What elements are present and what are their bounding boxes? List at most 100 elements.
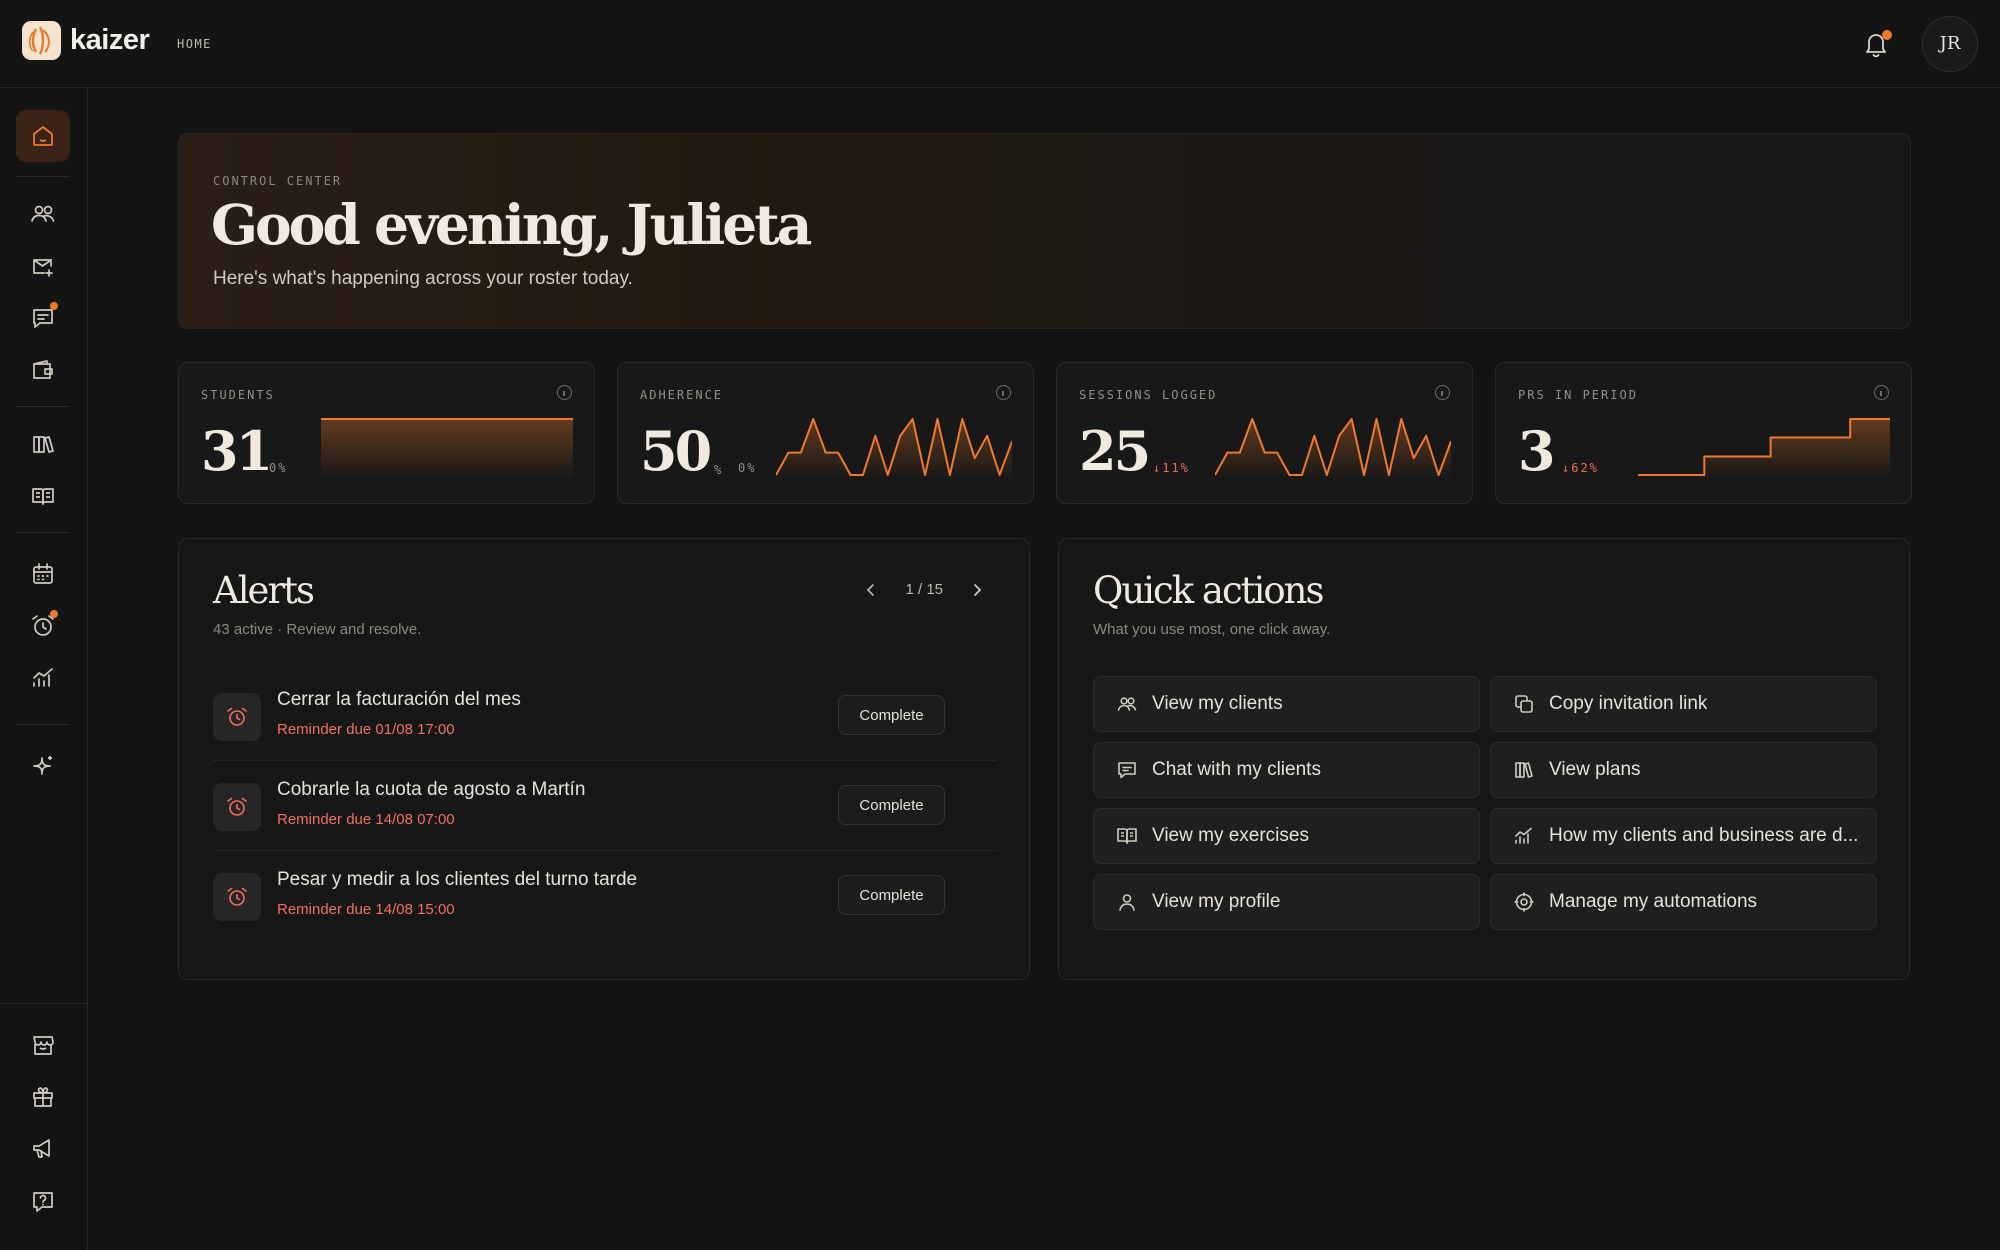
alerts-title: Alerts <box>213 569 315 612</box>
info-icon[interactable] <box>557 385 572 400</box>
stat-label: PRS IN PERIOD <box>1518 388 1638 402</box>
quick-action-label: Copy invitation link <box>1549 693 1708 714</box>
quick-action-label: Chat with my clients <box>1152 759 1321 780</box>
stat-delta: ↓11% <box>1153 461 1190 475</box>
alert-title: Cerrar la facturación del mes <box>277 689 521 710</box>
alert-row[interactable]: Cerrar la facturación del mes Reminder d… <box>213 671 997 761</box>
sidebar-item-help[interactable] <box>16 1175 70 1227</box>
stat-delta: ↓62% <box>1562 461 1599 475</box>
quick-action-label: View plans <box>1549 759 1641 780</box>
info-icon[interactable] <box>1435 385 1450 400</box>
sidebar-item-calendar[interactable] <box>16 548 70 600</box>
view-exercises-button[interactable]: View my exercises <box>1093 808 1480 864</box>
page-indicator: 1 / 15 <box>905 581 943 598</box>
info-icon[interactable] <box>996 385 1011 400</box>
help-icon <box>33 1192 53 1212</box>
chat-icon <box>1118 762 1136 779</box>
hero-banner: CONTROL CENTER Good evening, Julieta Her… <box>178 133 1911 329</box>
hero-subtitle: Here's what's happening across your rost… <box>213 268 633 289</box>
alert-title: Pesar y medir a los clientes del turno t… <box>277 869 638 890</box>
sidebar-item-home[interactable] <box>16 110 70 162</box>
sidebar-item-chat[interactable] <box>16 292 70 344</box>
sidebar-item-wallet[interactable] <box>16 344 70 396</box>
stat-label: SESSIONS LOGGED <box>1079 388 1218 402</box>
stat-delta: 0% <box>738 461 757 475</box>
quick-actions-panel: Quick actions What you use most, one cli… <box>1058 538 1910 980</box>
alert-row[interactable]: Cobrarle la cuota de agosto a Martín Rem… <box>213 761 997 851</box>
stat-card-adherence[interactable]: ADHERENCE 50 % 0% <box>617 362 1034 504</box>
sidebar-item-ai[interactable] <box>16 740 70 792</box>
quick-action-label: View my clients <box>1152 693 1283 714</box>
sparkline-area <box>321 419 573 479</box>
sidebar-item-store[interactable] <box>16 1019 70 1071</box>
stat-value: 3 <box>1518 419 1556 483</box>
sidebar-item-announcements[interactable] <box>16 1123 70 1175</box>
view-profile-button[interactable]: View my profile <box>1093 874 1480 930</box>
stat-value: 25 <box>1079 419 1151 483</box>
chevron-left-icon[interactable] <box>863 582 879 598</box>
chart-icon <box>33 668 53 687</box>
alert-title: Cobrarle la cuota de agosto a Martín <box>277 779 586 800</box>
stat-value: 31 <box>201 419 273 483</box>
automation-icon <box>1514 892 1534 912</box>
breadcrumb[interactable]: HOME <box>177 37 212 51</box>
gift-icon <box>33 1087 53 1107</box>
quick-actions-subtitle: What you use most, one click away. <box>1093 621 1331 638</box>
business-report-button[interactable]: How my clients and business are d... <box>1490 808 1877 864</box>
chart-icon <box>1515 827 1532 844</box>
sparkline-area <box>776 419 1012 479</box>
stat-card-students[interactable]: STUDENTS 31 0% <box>178 362 595 504</box>
users-icon <box>1117 697 1137 711</box>
sidebar <box>0 89 88 1250</box>
view-clients-button[interactable]: View my clients <box>1093 676 1480 732</box>
stat-card-prs[interactable]: PRS IN PERIOD 3 ↓62% <box>1495 362 1912 504</box>
info-icon[interactable] <box>1874 385 1889 400</box>
copy-icon <box>1515 695 1533 713</box>
complete-button[interactable]: Complete <box>838 785 945 825</box>
user-icon <box>1119 894 1135 911</box>
sidebar-item-gifts[interactable] <box>16 1071 70 1123</box>
kaizer-logo-icon[interactable] <box>22 21 61 60</box>
alerts-subtitle: 43 active · Review and resolve. <box>213 621 422 638</box>
alarm-clock-icon <box>213 783 261 831</box>
alert-due: Reminder due 14/08 15:00 <box>277 901 455 918</box>
avatar[interactable]: JR <box>1922 16 1978 72</box>
manage-automations-button[interactable]: Manage my automations <box>1490 874 1877 930</box>
view-plans-button[interactable]: View plans <box>1490 742 1877 798</box>
sidebar-item-reminders[interactable] <box>16 600 70 652</box>
stat-label: ADHERENCE <box>640 388 724 402</box>
users-icon <box>31 205 55 222</box>
alerts-pager: 1 / 15 <box>863 581 985 598</box>
books-icon <box>1515 762 1533 778</box>
sidebar-item-analytics[interactable] <box>16 652 70 704</box>
alert-due: Reminder due 14/08 07:00 <box>277 811 455 828</box>
stat-card-sessions[interactable]: SESSIONS LOGGED 25 ↓11% <box>1056 362 1473 504</box>
sidebar-item-exercises[interactable] <box>16 470 70 522</box>
copy-invitation-button[interactable]: Copy invitation link <box>1490 676 1877 732</box>
stat-delta: 0% <box>269 461 288 475</box>
alert-due: Reminder due 01/08 17:00 <box>277 721 455 738</box>
notification-badge <box>1882 30 1892 40</box>
sidebar-item-invitations[interactable] <box>16 240 70 292</box>
quick-action-label: View my profile <box>1152 891 1281 912</box>
quick-action-label: View my exercises <box>1152 825 1309 846</box>
complete-button[interactable]: Complete <box>838 875 945 915</box>
stat-value: 50 <box>640 419 712 483</box>
chat-clients-button[interactable]: Chat with my clients <box>1093 742 1480 798</box>
calendar-icon <box>33 563 53 584</box>
sparkline-area <box>1638 419 1890 479</box>
quick-action-label: How my clients and business are d... <box>1549 825 1859 846</box>
sparkline-students <box>321 418 573 479</box>
chevron-right-icon[interactable] <box>969 582 985 598</box>
book-open-icon <box>1117 828 1137 844</box>
sidebar-item-plans[interactable] <box>16 418 70 470</box>
quick-action-label: Manage my automations <box>1549 891 1758 912</box>
complete-button[interactable]: Complete <box>838 695 945 735</box>
wallet-icon <box>33 360 53 379</box>
alert-row[interactable]: Pesar y medir a los clientes del turno t… <box>213 851 997 941</box>
sidebar-item-clients[interactable] <box>16 188 70 240</box>
app-name[interactable]: kaizer <box>70 24 150 57</box>
quick-actions-title: Quick actions <box>1093 569 1324 612</box>
reminder-badge <box>50 610 58 618</box>
sparkline-area <box>1215 419 1451 479</box>
